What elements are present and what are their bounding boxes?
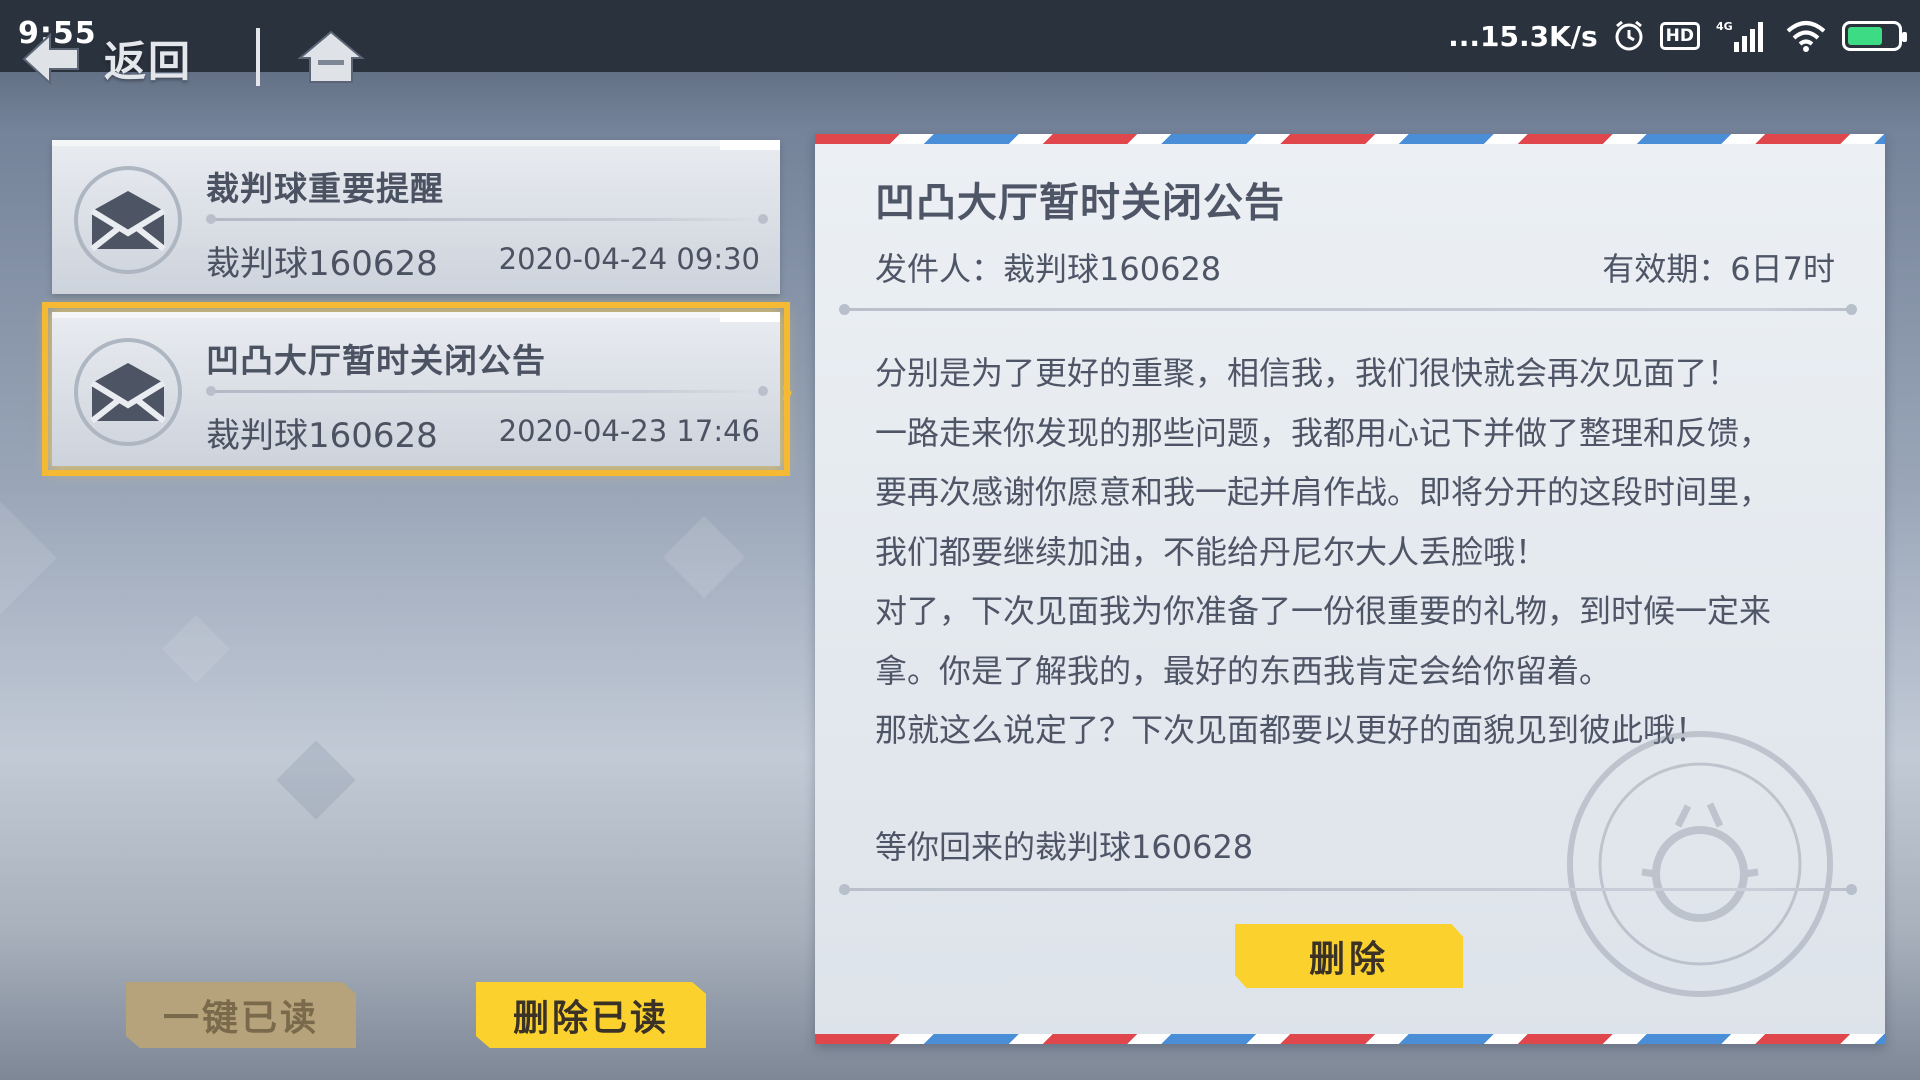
letter-line: 我们都要继续加油，不能给丹尼尔大人丢脸哦！ [875,532,1548,571]
back-label: 返回 [104,37,193,86]
chevron-right-icon: › [780,372,795,412]
letter-sender: 发件人：裁判球160628 [875,250,1222,288]
home-button[interactable] [296,28,366,90]
divider [206,386,768,396]
alarm-icon [1612,18,1646,54]
letter-body: 分别是为了更好的重聚，相信我，我们很快就会再次见面了！ 一路走来你发现的那些问题… [875,344,1835,761]
postmark-seal-icon [1567,731,1833,997]
back-arrow-icon [22,32,79,85]
delete-read-button[interactable]: 删除已读 [476,982,706,1048]
letter-expiry: 有效期：6日7时 [1602,250,1835,288]
status-icons: ...15.3K/s HD 4G [1448,16,1907,56]
letter-signature: 等你回来的裁判球160628 [875,828,1254,866]
status-bar: 9:55 ...15.3K/s HD 4G [0,0,1920,72]
tab-corner [720,312,780,322]
envelope-icon [74,338,182,446]
divider [206,214,768,224]
nav-divider [256,28,260,86]
envelope-icon [74,166,182,274]
mail-title: 裁判球重要提醒 [206,169,444,208]
mail-sender: 裁判球160628 [206,416,438,456]
mail-date: 2020-04-23 17:46 [498,414,760,448]
home-icon [297,30,365,83]
mail-detail-panel: 凹凸大厅暂时关闭公告 发件人：裁判球160628 有效期：6日7时 分别是为了更… [815,134,1885,1044]
net-speed: ...15.3K/s [1448,19,1598,53]
letter-line: 要再次感谢你愿意和我一起并肩作战。即将分开的这段时间里， [875,473,1772,511]
mail-list-item[interactable]: 裁判球重要提醒 裁判球160628 2020-04-24 09:30 [52,140,780,294]
bg-diamond [662,515,746,599]
delete-button[interactable]: 删除 [1235,924,1463,988]
battery-level [1848,27,1882,45]
letter-line: 分别是为了更好的重聚，相信我，我们很快就会再次见面了！ [875,354,1740,392]
letter-line: 一路走来你发现的那些问题，我都用心记下并做了整理和反馈， [875,413,1772,452]
wifi-icon [1784,18,1828,54]
airmail-border-bottom [815,1034,1885,1044]
svg-text:4G: 4G [1716,20,1733,33]
hd-icon: HD [1659,22,1700,50]
letter-line: 拿。你是了解我的，最好的东西我肯定会给你留着。 [875,651,1612,690]
letter-line: 对了，下次见面我为你准备了一份很重要的礼物，到时候一定来 [875,592,1772,630]
tab-corner [720,140,780,150]
battery-icon [1842,21,1907,51]
bg-diamond [162,615,230,683]
mail-date: 2020-04-24 09:30 [498,242,760,276]
bg-diamond [276,740,356,820]
mail-list-item-selected[interactable]: 凹凸大厅暂时关闭公告 裁判球160628 2020-04-23 17:46 [42,302,790,476]
mark-all-read-button[interactable]: 一键已读 [126,982,356,1048]
letter-title: 凹凸大厅暂时关闭公告 [875,180,1285,226]
divider [839,304,1857,315]
back-button[interactable]: 返回 [20,28,192,89]
signal-icon: 4G [1714,18,1770,54]
mail-sender: 裁判球160628 [206,244,438,284]
bg-diamond [0,501,57,615]
game-mail-screen: 9:55 ...15.3K/s HD 4G 返回 裁判球重要提醒 裁判球1606… [0,0,1920,1080]
mail-title: 凹凸大厅暂时关闭公告 [206,341,546,380]
airmail-border-top [815,134,1885,144]
divider [839,884,1857,895]
